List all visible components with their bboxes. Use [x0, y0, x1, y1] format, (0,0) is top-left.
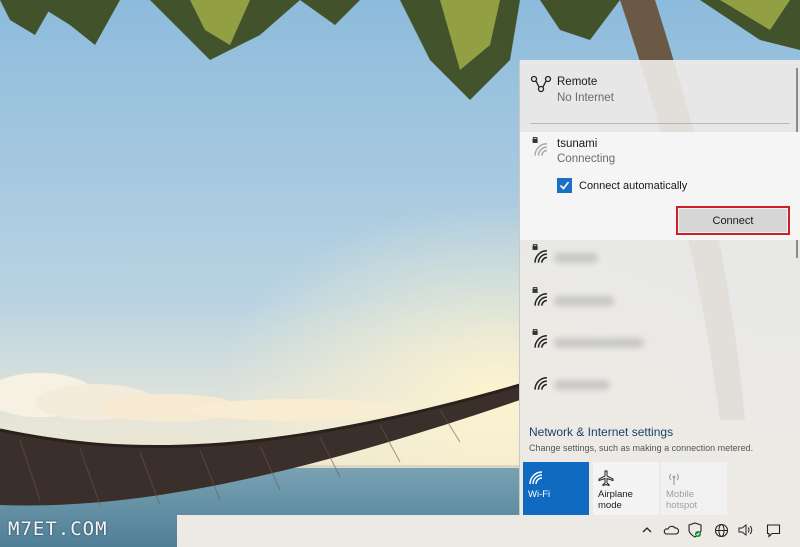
connect-button[interactable]: Connect: [676, 206, 790, 235]
network-item-hidden-1[interactable]: [520, 241, 800, 281]
connect-automatically-checkbox[interactable]: [557, 178, 572, 193]
network-name: tsunami: [557, 138, 598, 150]
wifi-secured-icon: [532, 287, 548, 306]
taskbar: [177, 515, 800, 547]
divider: [530, 123, 790, 124]
blurred-network-name: [554, 253, 598, 263]
network-globe-icon[interactable]: [713, 522, 729, 538]
network-status: No Internet: [557, 92, 614, 104]
chevron-up-icon[interactable]: [639, 522, 655, 538]
onedrive-icon[interactable]: [663, 522, 679, 538]
defender-icon[interactable]: [687, 522, 703, 538]
network-settings-link[interactable]: Network & Internet settings: [529, 425, 673, 439]
network-name: Remote: [557, 76, 598, 88]
wifi-icon: [529, 471, 543, 485]
watermark: M7ET.COM: [8, 518, 108, 540]
blurred-network-name: [554, 338, 644, 348]
wifi-icon: [534, 377, 548, 390]
network-item-hidden-3[interactable]: [520, 326, 800, 366]
blurred-network-name: [554, 296, 614, 306]
checkmark-icon: [559, 181, 570, 190]
wifi-secured-icon: [532, 244, 548, 263]
wifi-toggle-tile[interactable]: Wi-Fi: [523, 462, 589, 515]
connect-automatically-label: Connect automatically: [579, 180, 688, 192]
notifications-icon[interactable]: [765, 522, 781, 538]
network-status: Connecting: [557, 153, 616, 165]
tile-label: Wi-Fi: [528, 489, 551, 500]
hotspot-icon: [669, 473, 679, 485]
tile-label: Mobile hotspot: [666, 489, 698, 511]
network-item-hidden-4[interactable]: [520, 368, 800, 408]
wifi-secured-icon: [532, 329, 548, 348]
network-item-hidden-2[interactable]: [520, 284, 800, 324]
remote-network-icon: [530, 75, 552, 93]
airplane-mode-tile[interactable]: Airplane mode: [593, 462, 659, 515]
mobile-hotspot-tile[interactable]: Mobile hotspot: [661, 462, 727, 515]
blurred-network-name: [554, 380, 610, 390]
volume-icon[interactable]: [737, 522, 753, 538]
tile-label: Airplane mode: [598, 489, 633, 511]
network-flyout: Remote No Internet tsunami Connecting Co…: [519, 60, 800, 515]
network-settings-description: Change settings, such as making a connec…: [529, 443, 754, 453]
network-item-tsunami[interactable]: tsunami Connecting Connect automatically…: [520, 132, 800, 240]
network-item-remote[interactable]: Remote No Internet: [520, 60, 800, 126]
wifi-secured-icon: [532, 137, 548, 156]
airplane-icon: [598, 470, 614, 487]
